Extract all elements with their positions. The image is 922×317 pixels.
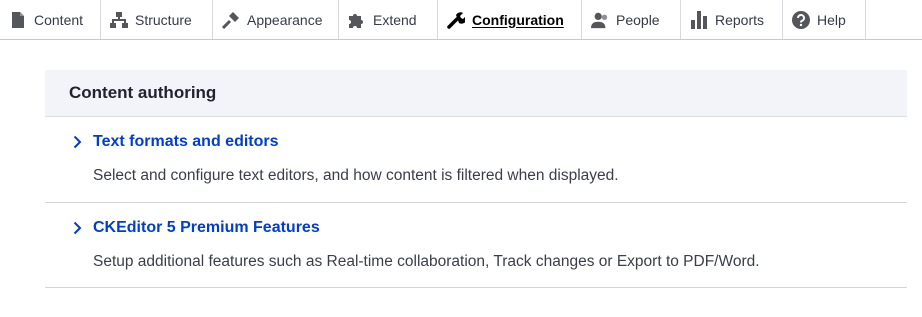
text-formats-link[interactable]: Text formats and editors bbox=[73, 133, 279, 151]
item-label: Text formats and editors bbox=[93, 133, 279, 150]
item-label: CKEditor 5 Premium Features bbox=[93, 219, 320, 236]
section-header: Content authoring bbox=[45, 70, 907, 117]
toolbar-item-people[interactable]: People bbox=[582, 0, 681, 39]
toolbar-item-structure[interactable]: Structure bbox=[101, 0, 213, 39]
reports-icon bbox=[690, 10, 708, 29]
people-icon bbox=[591, 11, 609, 29]
extend-icon bbox=[348, 11, 366, 29]
configuration-icon bbox=[447, 11, 465, 29]
section-title: Content authoring bbox=[69, 83, 217, 102]
help-icon bbox=[792, 10, 810, 29]
toolbar-item-appearance[interactable]: Appearance bbox=[213, 0, 339, 39]
content-authoring-panel: Content authoring Text formats and edito… bbox=[45, 70, 907, 288]
toolbar-item-extend[interactable]: Extend bbox=[339, 0, 438, 39]
admin-toolbar: Content Structure Appearance Extend Conf… bbox=[0, 0, 922, 40]
structure-icon bbox=[110, 11, 128, 29]
toolbar-item-label: Structure bbox=[135, 11, 192, 28]
item-description: Select and configure text editors, and h… bbox=[93, 167, 619, 184]
list-item: Text formats and editors Select and conf… bbox=[45, 117, 907, 203]
toolbar-item-content[interactable]: Content bbox=[0, 0, 101, 39]
toolbar-item-reports[interactable]: Reports bbox=[681, 0, 783, 39]
list-item: CKEditor 5 Premium Features Setup additi… bbox=[45, 203, 907, 288]
toolbar-item-label: People bbox=[616, 11, 660, 28]
toolbar-item-configuration[interactable]: Configuration bbox=[438, 0, 582, 39]
ckeditor-premium-link[interactable]: CKEditor 5 Premium Features bbox=[73, 219, 320, 237]
toolbar-item-label: Reports bbox=[715, 11, 765, 28]
toolbar-item-label: Appearance bbox=[247, 11, 323, 28]
appearance-icon bbox=[222, 11, 240, 29]
toolbar-item-label: Content bbox=[34, 11, 84, 28]
chevron-right-icon bbox=[73, 135, 85, 149]
item-description: Setup additional features such as Real-t… bbox=[93, 253, 760, 270]
toolbar-item-help[interactable]: Help bbox=[783, 0, 866, 39]
toolbar-item-label: Extend bbox=[373, 11, 417, 28]
toolbar-item-label: Help bbox=[817, 11, 846, 28]
chevron-right-icon bbox=[73, 221, 85, 235]
content-icon bbox=[9, 11, 27, 29]
toolbar-item-label: Configuration bbox=[472, 11, 564, 28]
